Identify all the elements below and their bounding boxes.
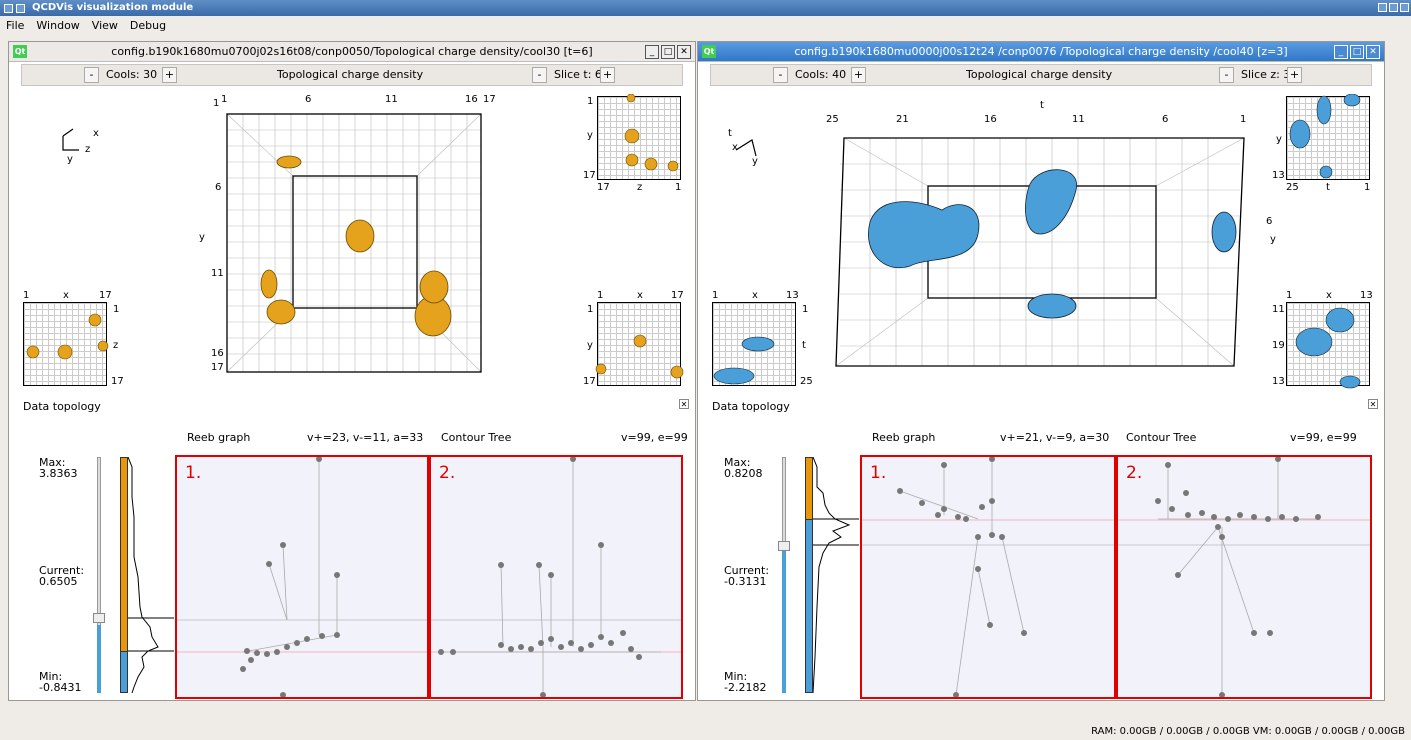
minimize-icon[interactable]	[1378, 3, 1387, 12]
close-icon[interactable]: ✕	[1366, 45, 1380, 59]
cools-minus-button[interactable]: -	[84, 67, 99, 83]
value-slider-handle[interactable]	[93, 613, 105, 623]
reeb-graph-label: Reeb graph	[872, 431, 936, 444]
qt-logo-icon: Qt	[13, 45, 27, 58]
field-label: Topological charge density	[277, 68, 424, 81]
right-toolbar: - Cools: 40 + Topological charge density…	[710, 64, 1372, 86]
value-slider-fill	[782, 551, 786, 693]
min-value: -2.2182	[724, 681, 767, 694]
close-topology-icon[interactable]: ✕	[679, 399, 689, 409]
reeb-graph-label: Reeb graph	[187, 431, 251, 444]
histogram	[813, 457, 859, 693]
contour-tree-stats: v=99, e=99	[621, 431, 688, 444]
reeb-graph-plot	[177, 456, 427, 698]
maximize-icon[interactable]: □	[661, 45, 675, 59]
value-slider-fill	[97, 625, 101, 693]
slice-minus-button[interactable]: -	[1219, 67, 1234, 83]
cools-plus-button[interactable]: +	[162, 67, 177, 83]
panel-number-2: 2.	[1126, 463, 1143, 483]
status-bar: RAM: 0.00GB / 0.00GB / 0.00GB VM: 0.00GB…	[1091, 726, 1405, 737]
reeb-graph-plot	[862, 456, 1114, 698]
cools-plus-button[interactable]: +	[851, 67, 866, 83]
menu-window[interactable]: Window	[36, 16, 79, 36]
data-topology-label: Data topology	[712, 400, 790, 413]
contour-tree-stats: v=99, e=99	[1290, 431, 1357, 444]
reeb-graph-panel[interactable]: 1.	[175, 455, 429, 699]
window-menu-icon[interactable]	[4, 3, 13, 13]
right-window-title: config.b190k1680mu0000j00s12t24 /conp007…	[794, 45, 1288, 58]
reeb-graph-stats: v+=23, v-=11, a=33	[307, 431, 424, 444]
left-window-titlebar: Qt config.b190k1680mu0700j02s16t08/conp0…	[9, 42, 695, 62]
max-value: 3.8363	[39, 467, 78, 480]
contour-tree-plot	[431, 456, 681, 698]
menu-view[interactable]: View	[92, 16, 118, 36]
minimize-icon[interactable]: _	[1334, 45, 1348, 59]
slice-plus-button[interactable]: +	[600, 67, 615, 83]
current-value: -0.3131	[724, 575, 767, 588]
qt-logo-icon: Qt	[702, 45, 716, 58]
contour-tree-panel[interactable]: 2.	[429, 455, 683, 699]
left-toolbar: - Cools: 30 + Topological charge density…	[21, 64, 683, 86]
slice-minus-button[interactable]: -	[532, 67, 547, 83]
slice-plus-button[interactable]: +	[1287, 67, 1302, 83]
left-subwindow: Qt config.b190k1680mu0700j02s16t08/conp0…	[8, 41, 696, 701]
menu-debug[interactable]: Debug	[130, 16, 166, 36]
right-subwindow: Qt config.b190k1680mu0000j00s12t24 /conp…	[697, 41, 1385, 701]
left-window-title: config.b190k1680mu0700j02s16t08/conp0050…	[111, 45, 593, 58]
current-value: 0.6505	[39, 575, 78, 588]
close-topology-icon[interactable]: ✕	[1368, 399, 1378, 409]
cools-label: Cools: 30	[106, 68, 158, 81]
maximize-icon[interactable]: □	[1350, 45, 1364, 59]
min-value: -0.8431	[39, 681, 82, 694]
menu-bar: File Window View Debug	[0, 16, 1411, 36]
right-3d-viewport[interactable]: t x y t 25 21 16 11 6 1 6 y y 13 25 t 1 …	[710, 94, 1374, 390]
panel-number-2: 2.	[439, 463, 456, 483]
colorbar-negative	[805, 519, 813, 693]
minimize-icon[interactable]: _	[645, 45, 659, 59]
panel-number-1: 1.	[870, 463, 887, 483]
histogram	[128, 457, 174, 693]
field-label: Topological charge density	[966, 68, 1113, 81]
value-slider-handle[interactable]	[778, 541, 790, 551]
right-window-titlebar: Qt config.b190k1680mu0000j00s12t24 /conp…	[698, 42, 1384, 62]
data-topology-label: Data topology	[23, 400, 101, 413]
cools-label: Cools: 40	[795, 68, 847, 81]
left-3d-viewport[interactable]: x z y 1 1 6 11 16 17 6 11 16 17 y 1 y 17…	[21, 94, 685, 390]
close-icon[interactable]	[1400, 3, 1409, 12]
contour-tree-label: Contour Tree	[441, 431, 512, 444]
colorbar-negative	[120, 651, 128, 693]
menu-file[interactable]: File	[6, 16, 24, 36]
close-icon[interactable]: ✕	[677, 45, 691, 59]
mini-blobs-left	[26, 94, 684, 379]
max-value: 0.8208	[724, 467, 763, 480]
mini-blobs-right	[713, 94, 1361, 389]
slice-label: Slice z: 3	[1241, 68, 1291, 81]
slice-label: Slice t: 6	[554, 68, 602, 81]
cools-minus-button[interactable]: -	[773, 67, 788, 83]
contour-tree-plot	[1118, 456, 1370, 698]
contour-tree-label: Contour Tree	[1126, 431, 1197, 444]
reeb-graph-panel[interactable]: 1.	[860, 455, 1116, 699]
reeb-graph-stats: v+=21, v-=9, a=30	[1000, 431, 1110, 444]
panel-number-1: 1.	[185, 463, 202, 483]
maximize-icon[interactable]	[1389, 3, 1398, 12]
app-titlebar: QCDVis visualization module	[0, 0, 1411, 16]
pin-icon[interactable]	[16, 3, 25, 13]
app-title: QCDVis visualization module	[32, 2, 194, 13]
contour-tree-panel[interactable]: 2.	[1116, 455, 1372, 699]
